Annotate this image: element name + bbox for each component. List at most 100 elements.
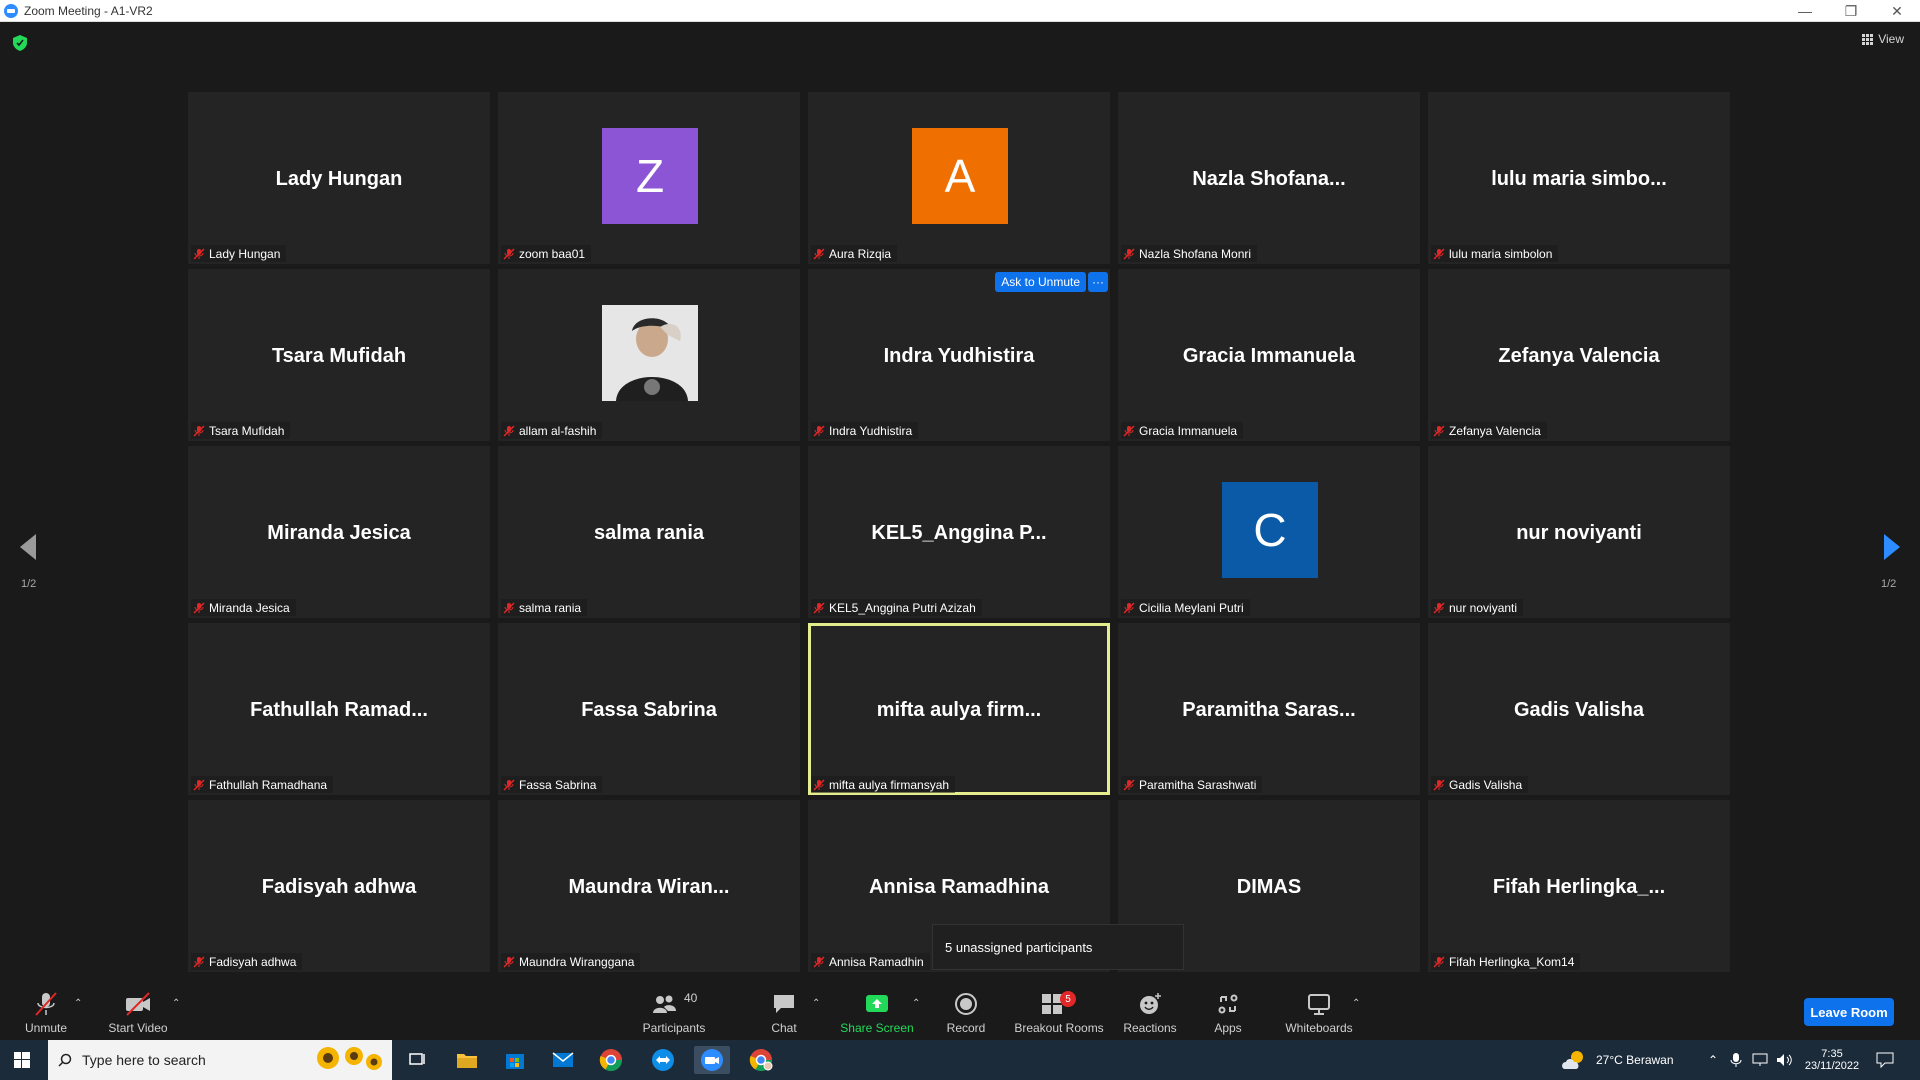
participant-tile[interactable]: Fathullah Ramad... Fathullah Ramadhana [188,623,490,795]
record-button[interactable]: Record [944,982,988,1040]
muted-microphone-icon [503,425,515,437]
unmute-button[interactable]: Unmute [22,982,70,1040]
participant-tile[interactable]: Miranda Jesica Miranda Jesica [188,446,490,618]
more-options-button[interactable]: ··· [1088,272,1108,292]
participant-name-label: Tsara Mufidah [191,422,291,439]
zoom-app-icon[interactable] [694,1046,730,1074]
participant-tile[interactable]: Nazla Shofana... Nazla Shofana Monri [1118,92,1420,264]
chat-label: Chat [771,1021,797,1035]
whiteboards-options-caret-icon[interactable]: ⌃ [1352,998,1360,1009]
participant-name-label: Zefanya Valencia [1431,422,1547,439]
whiteboards-button[interactable]: Whiteboards [1284,982,1354,1040]
muted-microphone-icon [1433,956,1445,968]
reactions-button[interactable]: Reactions [1122,982,1178,1040]
tray-microphone-icon[interactable] [1730,1040,1742,1080]
start-video-button[interactable]: Start Video [106,982,170,1040]
mail-icon[interactable] [548,1046,578,1074]
participant-display-name: Nazla Shofana... [1192,168,1346,190]
weather-widget[interactable]: 27°C Berawan [1560,1040,1674,1080]
view-button[interactable]: View [1862,32,1904,46]
microsoft-store-icon[interactable] [500,1046,530,1074]
next-page-arrow-icon[interactable] [1882,532,1902,562]
participant-name-label: allam al-fashih [501,422,603,439]
leave-room-button[interactable]: Leave Room [1804,998,1894,1026]
video-options-caret-icon[interactable]: ⌃ [172,998,180,1009]
clock-date: 23/11/2022 [1804,1060,1860,1072]
participant-tile[interactable]: salma rania salma rania [498,446,800,618]
participant-tile[interactable]: Tsara Mufidah Tsara Mufidah [188,269,490,441]
participant-tile[interactable]: Paramitha Saras... Paramitha Sarashwati [1118,623,1420,795]
participant-tile[interactable]: allam al-fashih [498,269,800,441]
muted-microphone-icon [1433,425,1445,437]
show-hidden-icons-caret-icon[interactable]: ⌃ [1708,1040,1718,1080]
ask-to-unmute-button[interactable]: Ask to Unmute [995,272,1086,292]
participant-tile[interactable]: lulu maria simbo... lulu maria simbolon [1428,92,1730,264]
participant-name-text: Zefanya Valencia [1449,423,1541,438]
muted-microphone-icon [503,779,515,791]
participant-tile[interactable]: KEL5_Anggina P... KEL5_Anggina Putri Aziz… [808,446,1110,618]
share-options-caret-icon[interactable]: ⌃ [912,998,920,1009]
task-view-icon[interactable] [402,1046,432,1074]
taskbar-clock[interactable]: 7:35 23/11/2022 [1800,1040,1864,1080]
participant-tile[interactable]: mifta aulya firm... mifta aulya firmansya… [808,623,1110,795]
taskbar-search-box[interactable]: Type here to search [48,1040,392,1080]
participant-tile[interactable]: Zefanya Valencia Zefanya Valencia [1428,269,1730,441]
participant-display-name: Gadis Valisha [1513,699,1645,721]
participant-tile[interactable]: Zzoom baa01 [498,92,800,264]
audio-options-caret-icon[interactable]: ⌃ [74,998,82,1009]
prev-page-arrow-icon[interactable] [18,532,38,562]
chrome-icon[interactable] [596,1046,626,1074]
share-screen-label: Share Screen [840,1021,914,1035]
participant-tile[interactable]: Fifah Herlingka_... Fifah Herlingka_Kom14 [1428,800,1730,972]
apps-button[interactable]: Apps [1212,982,1244,1040]
network-icon[interactable] [1752,1040,1770,1080]
start-video-label: Start Video [108,1021,168,1035]
participant-tile[interactable]: C Cicilia Meylani Putri [1118,446,1420,618]
close-icon[interactable]: ✕ [1874,0,1920,22]
participant-tile[interactable]: Gracia Immanuela Gracia Immanuela [1118,269,1420,441]
participant-name-label: Aura Rizqia [811,245,898,262]
participant-name-text: Tsara Mufidah [209,423,285,438]
security-shield-icon[interactable] [13,35,27,51]
participant-display-name: KEL5_Anggina P... [871,522,1047,544]
share-screen-button[interactable]: Share Screen [840,982,914,1040]
microphone-muted-icon [35,992,57,1016]
muted-microphone-icon [1123,248,1135,260]
participant-tile[interactable]: nur noviyanti nur noviyanti [1428,446,1730,618]
participant-display-name: salma rania [593,522,705,544]
zoom-logo-icon [4,3,18,18]
minimize-icon[interactable]: — [1782,0,1828,22]
muted-microphone-icon [813,779,825,791]
muted-microphone-icon [813,248,825,260]
participant-tile[interactable]: Maundra Wiran... Maundra Wiranggana [498,800,800,972]
chat-button[interactable]: Chat [764,982,804,1040]
participant-name-label: Nazla Shofana Monri [1121,245,1258,262]
participant-tile[interactable]: A Aura Rizqia [808,92,1110,264]
participant-display-name: Miranda Jesica [267,522,411,544]
muted-microphone-icon [193,425,205,437]
participant-tile[interactable]: Gadis Valisha Gadis Valisha [1428,623,1730,795]
breakout-rooms-button[interactable]: 5 Breakout Rooms [1014,982,1104,1040]
muted-microphone-icon [813,956,825,968]
unmute-label: Unmute [24,1021,68,1035]
notifications-icon[interactable] [1876,1040,1894,1080]
participant-display-name: nur noviyanti [1516,522,1642,544]
chat-options-caret-icon[interactable]: ⌃ [812,998,820,1009]
file-explorer-icon[interactable] [452,1046,482,1074]
restore-icon[interactable]: ❐ [1828,0,1874,22]
participant-tile[interactable]: Fassa Sabrina Fassa Sabrina [498,623,800,795]
participant-tile[interactable]: Fadisyah adhwa Fadisyah adhwa [188,800,490,972]
weather-text: 27°C Berawan [1596,1053,1674,1067]
participant-tile[interactable]: Indra Yudhistira Ask to Unmute ··· Indra Yu… [808,269,1110,441]
page-indicator-right: 1/2 [1881,578,1897,590]
volume-icon[interactable] [1776,1040,1794,1080]
chrome-profile-icon[interactable] [746,1046,776,1074]
participant-display-name: Paramitha Saras... [1182,699,1356,721]
participant-grid: Lady Hungan Lady Hungan Zzoom baa01 A Aura R… [188,92,1730,972]
muted-microphone-icon [193,779,205,791]
participants-button[interactable]: 40 Participants [638,982,710,1040]
windows-start-icon[interactable] [14,1052,30,1068]
participant-name-label: Maundra Wiranggana [501,953,641,970]
teamviewer-icon[interactable] [648,1046,678,1074]
participant-tile[interactable]: Lady Hungan Lady Hungan [188,92,490,264]
